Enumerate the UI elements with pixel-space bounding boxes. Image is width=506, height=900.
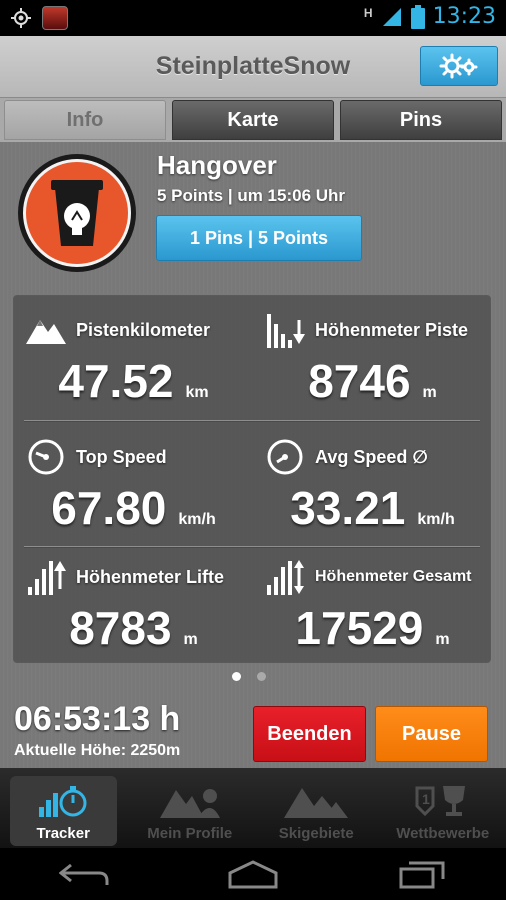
info-panel: Hangover 5 Points | um 15:06 Uhr 1 Pins …	[0, 142, 506, 768]
nav-label: Wettbewerbe	[396, 825, 490, 842]
back-icon[interactable]	[58, 859, 109, 889]
ascent-bars-icon	[26, 557, 66, 597]
session-timer: 06:53:13 h	[14, 700, 181, 738]
stat-label: Höhenmeter Piste	[315, 319, 469, 340]
signal-icon	[382, 7, 401, 26]
descent-bars-icon	[265, 310, 305, 350]
gps-icon	[11, 8, 31, 28]
stat-value: 8783	[69, 602, 172, 654]
nav-mein-profile[interactable]: Mein Profile	[127, 768, 254, 848]
stat-label: Höhenmeter Gesamt	[315, 568, 472, 585]
stat-top-speed: Top Speed 67.80 km/h	[14, 423, 253, 545]
stat-unit: m	[435, 631, 450, 648]
coffee-cup-icon	[51, 180, 103, 246]
svg-text:1: 1	[422, 791, 430, 807]
stat-unit: km/h	[178, 511, 216, 528]
stat-unit: m	[422, 384, 437, 401]
network-type: H	[363, 5, 373, 20]
nav-tracker[interactable]: Tracker	[0, 768, 127, 848]
stat-unit: km	[185, 384, 209, 401]
tracker-stopwatch-icon	[37, 781, 89, 821]
nav-skigebiete[interactable]: Skigebiete	[253, 768, 380, 848]
settings-button[interactable]	[420, 46, 498, 86]
tab-bar: Info Karte Pins	[0, 98, 506, 142]
current-altitude: Aktuelle Höhe: 2250m	[14, 742, 181, 759]
tab-info[interactable]: Info	[4, 100, 166, 140]
pins-points-button[interactable]: 1 Pins | 5 Points	[156, 215, 362, 261]
divider	[24, 420, 480, 421]
page-dot-active[interactable]	[232, 672, 241, 681]
battery-icon	[410, 4, 425, 29]
stat-value: 67.80	[51, 482, 167, 534]
nav-label: Mein Profile	[147, 825, 233, 842]
nav-label: Skigebiete	[278, 825, 354, 842]
achievement-badge[interactable]	[18, 154, 136, 272]
page-dot[interactable]	[257, 672, 266, 681]
updown-bars-icon	[265, 557, 305, 597]
stats-panel: Pistenkilometer 47.52 km Höhenmeter Piste…	[13, 295, 491, 663]
stat-avg-speed: Avg Speed ∅ 33.21 km/h	[253, 423, 492, 545]
home-icon[interactable]	[226, 859, 280, 889]
stat-value: 47.52	[58, 355, 174, 407]
pause-button[interactable]: Pause	[375, 706, 488, 762]
mountains-icon	[284, 781, 349, 821]
nav-label: Tracker	[36, 825, 90, 842]
stop-button[interactable]: Beenden	[253, 706, 366, 762]
stat-label: Höhenmeter Lifte	[76, 566, 225, 587]
stat-hoehenmeter-piste: Höhenmeter Piste 8746 m	[253, 296, 492, 418]
speedometer-icon	[26, 437, 66, 477]
page-indicator	[232, 672, 266, 681]
system-nav-bar	[0, 848, 506, 900]
bottom-nav: Tracker Mein Profile Skigebiete 1 Wettbe…	[0, 768, 506, 848]
nav-wettbewerbe[interactable]: 1 Wettbewerbe	[380, 768, 506, 848]
action-bar: SteinplatteSnow	[0, 36, 506, 98]
profile-mountain-icon	[159, 781, 220, 821]
stat-pistenkilometer: Pistenkilometer 47.52 km	[14, 296, 253, 418]
gears-icon	[439, 53, 478, 79]
clock: 13:23	[432, 4, 496, 29]
app-notification-icon	[42, 6, 68, 30]
achievement-title: Hangover	[157, 150, 277, 180]
speedometer-icon	[265, 437, 305, 477]
recent-apps-icon[interactable]	[397, 859, 447, 889]
stat-value: 8746	[308, 355, 411, 407]
stat-unit: m	[183, 631, 198, 648]
tab-pins[interactable]: Pins	[340, 100, 502, 140]
trophy-icon: 1	[415, 781, 471, 821]
stat-hoehenmeter-gesamt: Höhenmeter Gesamt 17529 m	[253, 543, 492, 665]
stat-label: Avg Speed ∅	[315, 446, 428, 467]
mountain-icon	[26, 310, 66, 350]
stat-hoehenmeter-lifte: Höhenmeter Lifte 8783 m	[14, 543, 253, 665]
stat-label: Top Speed	[76, 446, 167, 467]
status-bar: H 13:23	[0, 0, 506, 36]
stat-label: Pistenkilometer	[76, 319, 211, 340]
stat-unit: km/h	[417, 511, 455, 528]
achievement-subtitle: 5 Points | um 15:06 Uhr	[157, 186, 346, 205]
tab-karte[interactable]: Karte	[172, 100, 334, 140]
stat-value: 33.21	[290, 482, 406, 534]
stat-value: 17529	[295, 602, 424, 654]
